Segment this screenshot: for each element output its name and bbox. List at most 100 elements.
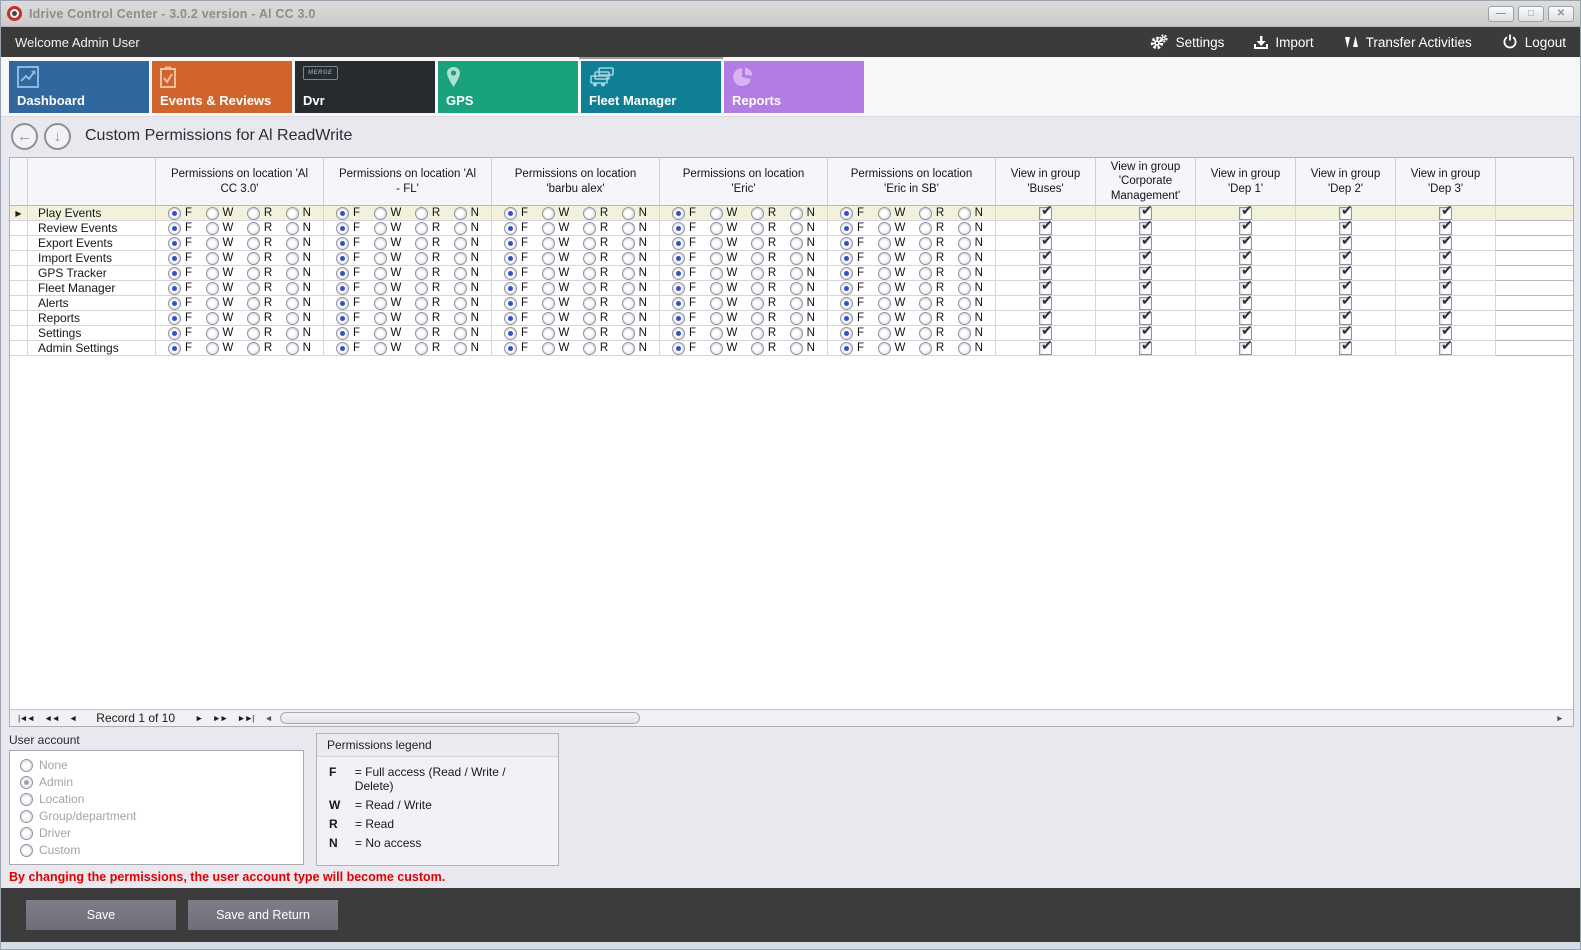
radio-unselected[interactable]: [20, 844, 33, 857]
save-and-return-button[interactable]: Save and Return: [188, 900, 338, 930]
permission-option-n[interactable]: N: [454, 297, 479, 310]
permission-option-r[interactable]: R: [751, 327, 776, 340]
radio-f-selected[interactable]: [672, 282, 685, 295]
radio-r[interactable]: [247, 312, 260, 325]
permission-option-w[interactable]: W: [374, 312, 402, 325]
save-button[interactable]: Save: [26, 900, 176, 930]
radio-selected[interactable]: [20, 776, 33, 789]
permission-option-w[interactable]: W: [374, 252, 402, 265]
permission-option-n[interactable]: N: [622, 312, 647, 325]
radio-n[interactable]: [622, 342, 635, 355]
permission-option-r[interactable]: R: [583, 297, 608, 310]
permission-option-r[interactable]: R: [247, 297, 272, 310]
permission-option-n[interactable]: N: [790, 327, 815, 340]
radio-n[interactable]: [622, 282, 635, 295]
back-button[interactable]: ←: [11, 123, 38, 150]
permission-option-w[interactable]: W: [542, 327, 570, 340]
permission-option-w[interactable]: W: [206, 312, 234, 325]
permission-option-w[interactable]: W: [710, 342, 738, 355]
permission-option-f[interactable]: F: [168, 237, 192, 250]
radio-n[interactable]: [286, 342, 299, 355]
permission-option-r[interactable]: R: [247, 222, 272, 235]
permission-option-w[interactable]: W: [542, 237, 570, 250]
radio-n[interactable]: [286, 237, 299, 250]
permission-option-f[interactable]: F: [168, 207, 192, 220]
radio-n[interactable]: [454, 312, 467, 325]
radio-f-selected[interactable]: [168, 312, 181, 325]
radio-f-selected[interactable]: [168, 327, 181, 340]
permission-option-f[interactable]: F: [672, 342, 696, 355]
radio-f-selected[interactable]: [840, 312, 853, 325]
radio-w[interactable]: [710, 342, 723, 355]
permission-option-r[interactable]: R: [919, 312, 944, 325]
permission-option-w[interactable]: W: [374, 282, 402, 295]
radio-f-selected[interactable]: [504, 327, 517, 340]
permission-option-f[interactable]: F: [336, 282, 360, 295]
radio-w[interactable]: [710, 222, 723, 235]
radio-r[interactable]: [583, 222, 596, 235]
radio-f-selected[interactable]: [840, 327, 853, 340]
permission-option-f[interactable]: F: [504, 237, 528, 250]
radio-w[interactable]: [542, 342, 555, 355]
radio-n[interactable]: [286, 327, 299, 340]
permission-option-r[interactable]: R: [583, 222, 608, 235]
permission-option-w[interactable]: W: [206, 342, 234, 355]
pager-prev-icon[interactable]: ◄: [65, 713, 80, 723]
permission-option-n[interactable]: N: [790, 252, 815, 265]
radio-n[interactable]: [622, 237, 635, 250]
radio-n[interactable]: [286, 312, 299, 325]
radio-n[interactable]: [622, 312, 635, 325]
radio-n[interactable]: [790, 237, 803, 250]
permission-option-n[interactable]: N: [622, 267, 647, 280]
radio-w[interactable]: [878, 237, 891, 250]
permission-option-f[interactable]: F: [840, 297, 864, 310]
permission-option-n[interactable]: N: [790, 282, 815, 295]
radio-n[interactable]: [454, 282, 467, 295]
permission-option-f[interactable]: F: [168, 342, 192, 355]
radio-r[interactable]: [247, 267, 260, 280]
permission-option-r[interactable]: R: [751, 297, 776, 310]
permission-option-w[interactable]: W: [374, 207, 402, 220]
radio-w[interactable]: [374, 222, 387, 235]
radio-r[interactable]: [583, 282, 596, 295]
radio-unselected[interactable]: [20, 793, 33, 806]
radio-w[interactable]: [374, 237, 387, 250]
permission-option-n[interactable]: N: [286, 207, 311, 220]
radio-w[interactable]: [374, 327, 387, 340]
permission-option-r[interactable]: R: [919, 237, 944, 250]
radio-r[interactable]: [583, 342, 596, 355]
radio-w[interactable]: [878, 267, 891, 280]
tab-reports[interactable]: Reports: [724, 61, 864, 113]
radio-w[interactable]: [542, 222, 555, 235]
radio-w[interactable]: [206, 207, 219, 220]
permission-option-w[interactable]: W: [710, 207, 738, 220]
permission-option-n[interactable]: N: [790, 312, 815, 325]
permission-option-f[interactable]: F: [672, 312, 696, 325]
tab-dashboard[interactable]: Dashboard: [9, 61, 149, 113]
radio-f-selected[interactable]: [672, 207, 685, 220]
radio-n[interactable]: [958, 267, 971, 280]
radio-f-selected[interactable]: [672, 267, 685, 280]
radio-n[interactable]: [958, 282, 971, 295]
radio-w[interactable]: [206, 267, 219, 280]
group-checkbox[interactable]: [1239, 342, 1252, 355]
permission-option-f[interactable]: F: [168, 252, 192, 265]
radio-r[interactable]: [583, 252, 596, 265]
radio-f-selected[interactable]: [168, 297, 181, 310]
permission-option-r[interactable]: R: [415, 282, 440, 295]
permission-option-f[interactable]: F: [168, 267, 192, 280]
permission-option-r[interactable]: R: [247, 312, 272, 325]
permission-option-n[interactable]: N: [958, 297, 983, 310]
permission-option-n[interactable]: N: [454, 282, 479, 295]
radio-r[interactable]: [415, 207, 428, 220]
radio-w[interactable]: [710, 312, 723, 325]
permission-option-w[interactable]: W: [878, 342, 906, 355]
permission-option-n[interactable]: N: [454, 267, 479, 280]
permission-option-n[interactable]: N: [958, 237, 983, 250]
radio-f-selected[interactable]: [336, 222, 349, 235]
permission-option-n[interactable]: N: [958, 342, 983, 355]
radio-f-selected[interactable]: [336, 237, 349, 250]
radio-f-selected[interactable]: [336, 297, 349, 310]
permission-option-n[interactable]: N: [622, 237, 647, 250]
radio-f-selected[interactable]: [840, 252, 853, 265]
